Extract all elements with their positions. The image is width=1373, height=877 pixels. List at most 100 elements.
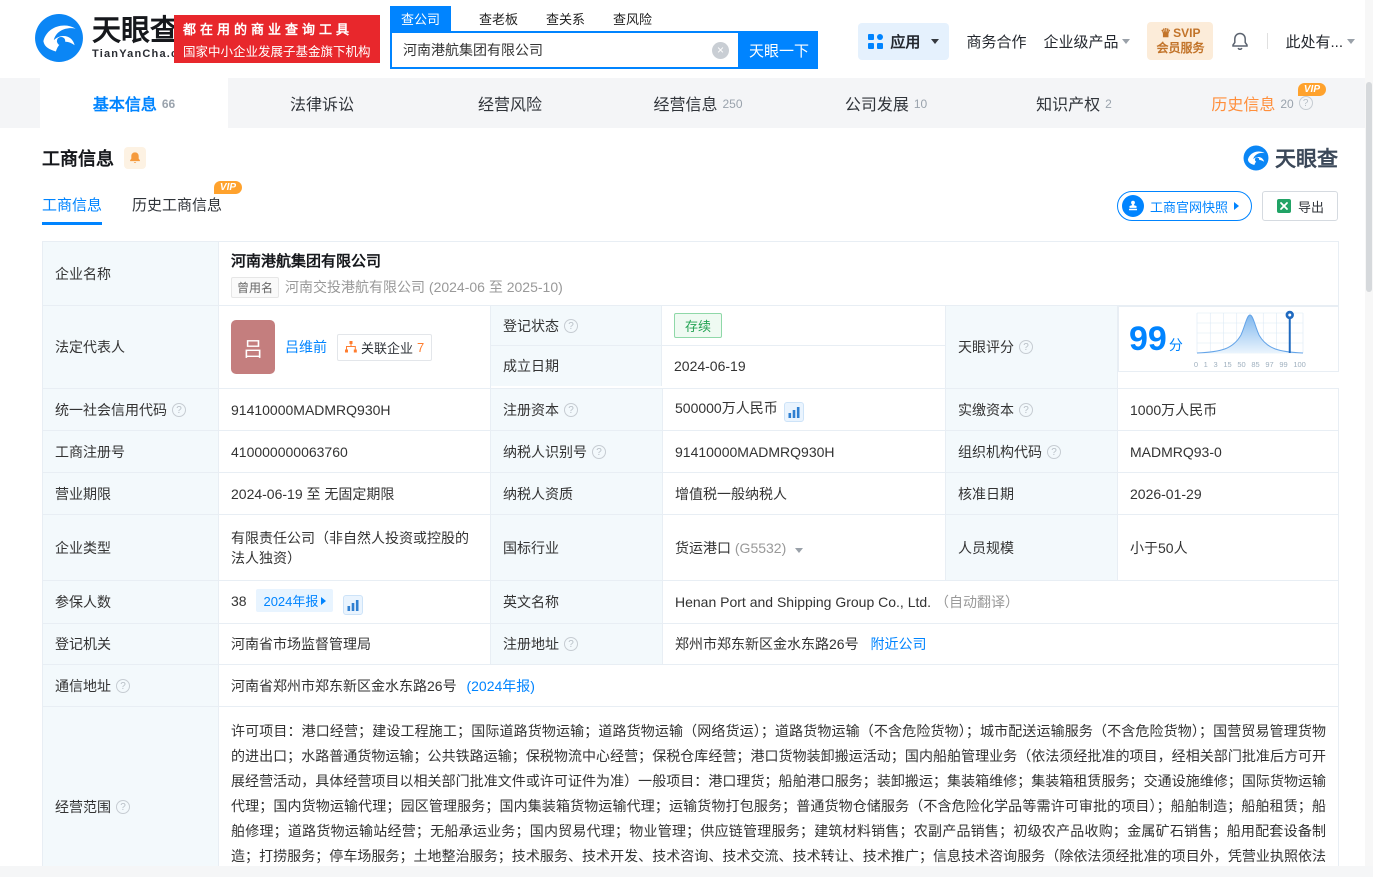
reg-capital-cell: 500000万人民币: [662, 388, 946, 431]
chevron-right-icon: [1233, 202, 1239, 210]
help-icon[interactable]: ?: [1019, 340, 1033, 354]
help-icon[interactable]: ?: [564, 402, 578, 417]
reg-address-label: 注册地址: [503, 636, 559, 652]
tab-legal-proceedings[interactable]: 法律诉讼: [228, 78, 416, 128]
official-snapshot-button[interactable]: 工商官网快照: [1116, 191, 1252, 221]
tab-operating-risk[interactable]: 经营风险: [416, 78, 604, 128]
annual-report-link[interactable]: 2024年报: [256, 589, 334, 612]
tab-label: 历史信息: [1211, 97, 1276, 114]
search-button[interactable]: 天眼一下: [740, 31, 818, 69]
apps-menu[interactable]: 应用: [858, 22, 950, 60]
apps-grid-icon: [868, 33, 884, 49]
paid-capital-label: 实缴资本: [958, 401, 1014, 418]
tab-history-info[interactable]: VIP 历史信息 20 ?: [1168, 78, 1356, 128]
capital-trend-icon[interactable]: [783, 401, 804, 422]
reg-address-cell: 郑州市郑东新区金水东路26号 附近公司: [661, 623, 1340, 665]
tianyancha-watermark: 天眼查: [1243, 143, 1338, 173]
company-name-label: 企业名称: [42, 241, 219, 306]
tab-count: 20: [1280, 97, 1294, 111]
nav-business-coop[interactable]: 商务合作: [966, 31, 1026, 52]
chevron-down-icon: [1347, 38, 1355, 44]
subtab-history-business-info[interactable]: VIP 历史工商信息: [132, 181, 243, 225]
staff-size-value: 小于50人: [1116, 514, 1340, 581]
score-cell[interactable]: 99 分 0 1 3 15 50 85 97 99 100: [1118, 306, 1339, 372]
help-icon[interactable]: ?: [172, 402, 186, 417]
annual-report-link[interactable]: (2024年报): [466, 678, 534, 694]
help-icon[interactable]: ?: [564, 637, 578, 651]
reg-capital-value: 500000万人民币: [675, 399, 778, 416]
search-tab-boss[interactable]: 查老板: [479, 9, 518, 28]
english-name-label: 英文名称: [490, 580, 663, 624]
english-name-cell: Henan Port and Shipping Group Co., Ltd. …: [661, 580, 1340, 624]
mail-address-value: 河南省郑州市郑东新区金水东路26号: [231, 677, 457, 694]
tab-company-development[interactable]: 公司发展 10: [792, 78, 980, 128]
industry-value: 货运港口: [675, 539, 731, 556]
help-icon[interactable]: ?: [116, 799, 130, 814]
tab-count: 2: [1105, 97, 1112, 111]
industry-label: 国标行业: [490, 514, 663, 581]
tianyancha-logo[interactable]: 天眼查 TianYanCha.com: [34, 13, 197, 63]
subtab-business-info[interactable]: 工商信息: [42, 194, 103, 225]
notification-bell-button[interactable]: [1230, 31, 1250, 51]
chevron-down-icon: [1122, 38, 1131, 44]
legal-rep-avatar[interactable]: 吕: [231, 320, 275, 374]
search-input[interactable]: [392, 33, 738, 67]
help-icon[interactable]: ?: [1047, 444, 1061, 459]
help-icon[interactable]: ?: [592, 444, 606, 459]
svip-member-button[interactable]: ♛ SVIP 会员服务: [1147, 22, 1214, 60]
snapshot-label: 工商官网快照: [1149, 199, 1228, 215]
nearby-companies-link[interactable]: 附近公司: [870, 636, 926, 652]
reg-status-label: 登记状态: [503, 317, 559, 334]
search-tab-company[interactable]: 查公司: [390, 6, 452, 31]
tab-basic-info[interactable]: 基本信息 66: [40, 78, 228, 128]
business-term-value: 2024-06-19 至 无固定期限: [218, 472, 491, 515]
related-companies-button[interactable]: 关联企业 7: [337, 333, 433, 361]
legal-rep-label: 法定代表人: [42, 305, 219, 389]
business-coop-label: 商务合作: [966, 33, 1027, 51]
reg-address-value: 郑州市郑东新区金水东路26号: [675, 636, 859, 652]
tab-intellectual-property[interactable]: 知识产权 2: [980, 78, 1168, 128]
industry-cell[interactable]: 货运港口 (G5532): [662, 514, 946, 581]
establish-date-value: 2024-06-19: [674, 358, 746, 374]
former-name-badge: 曾用名: [231, 276, 280, 298]
help-icon[interactable]: ?: [1019, 402, 1033, 417]
scrollbar-thumb[interactable]: [1366, 82, 1372, 292]
org-code-label: 组织机构代码: [958, 443, 1042, 460]
help-icon[interactable]: ?: [564, 318, 578, 333]
score-label: 天眼评分: [958, 339, 1014, 355]
clear-search-icon[interactable]: ×: [712, 42, 729, 59]
approval-date-value: 2026-01-29: [1116, 472, 1340, 515]
legal-rep-name-link[interactable]: 吕维前: [285, 337, 327, 357]
help-icon[interactable]: ?: [116, 678, 130, 693]
score-value: 99: [1129, 320, 1167, 358]
export-button[interactable]: 导出: [1261, 191, 1338, 221]
watermark-label: 天眼查: [1275, 148, 1338, 171]
monitor-bell-button[interactable]: [124, 147, 146, 169]
top-header: 天眼查 TianYanCha.com 都在用的商业查询工具 国家中小企业发展子基…: [0, 0, 1373, 78]
tab-label: 知识产权: [1036, 97, 1101, 114]
org-network-icon: [345, 341, 357, 353]
reg-number-label: 工商注册号: [42, 430, 219, 473]
tianyancha-logo-icon: [1243, 145, 1269, 171]
help-icon[interactable]: ?: [1298, 96, 1313, 110]
tab-label: 经营信息: [653, 97, 718, 114]
user-menu[interactable]: 此处有...: [1285, 31, 1355, 52]
former-name: 河南交投港航有限公司 (2024-06 至 2025-10): [285, 279, 563, 295]
staff-size-label: 人员规模: [945, 514, 1118, 581]
related-companies-count: 7: [417, 339, 425, 355]
search-tab-risk[interactable]: 查风险: [613, 9, 652, 28]
taxpayer-quality-value: 增值税一般纳税人: [662, 472, 946, 515]
search-tab-relation[interactable]: 查关系: [546, 9, 585, 28]
business-term-label: 营业期限: [42, 472, 219, 515]
insured-trend-icon[interactable]: [343, 595, 364, 615]
score-axis-ticks: 01 3 15 50 85 97 99 100: [1193, 360, 1306, 369]
tab-operating-info[interactable]: 经营信息 250: [604, 78, 792, 128]
svip-service-label: 会员服务: [1156, 41, 1205, 55]
main-content: 工商信息 天眼查 工商信息 VIP 历史工商信息 工商官网快照 导出 企业名称 …: [0, 128, 1373, 877]
tab-count: 250: [722, 97, 743, 111]
auto-translate-note: （自动翻译）: [934, 594, 1019, 610]
slogan-line1: 都在用的商业查询工具: [183, 21, 354, 37]
scrollbar[interactable]: [1365, 0, 1373, 877]
nav-enterprise-products[interactable]: 企业级产品: [1043, 31, 1131, 52]
tab-count: 10: [913, 97, 928, 111]
